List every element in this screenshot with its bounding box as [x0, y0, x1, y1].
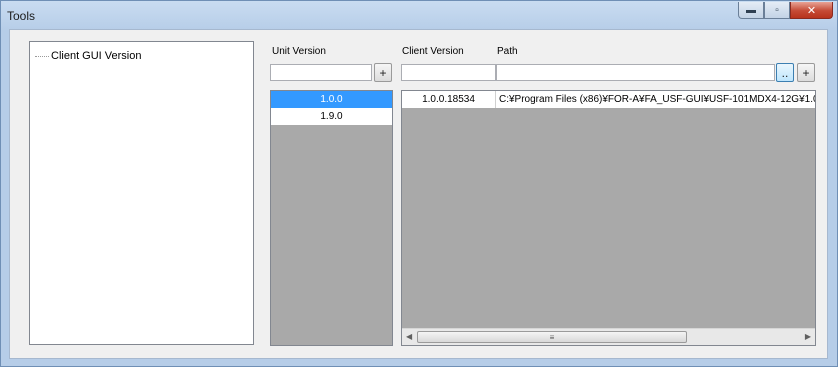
ellipsis-icon: .. [781, 65, 789, 80]
close-icon: ✕ [806, 4, 817, 17]
minimize-button[interactable]: ▬ [738, 2, 764, 19]
tree-connector [35, 55, 49, 57]
maximize-button[interactable]: ▫ [764, 2, 790, 19]
minimize-icon: ▬ [746, 4, 756, 16]
client-version-header: Client Version [402, 46, 464, 57]
scroll-right-icon[interactable]: ▶ [805, 332, 811, 341]
client-version-cell: 1.0.0.18534 [402, 91, 496, 108]
path-header: Path [497, 46, 518, 57]
add-unit-version-button[interactable]: + [374, 63, 392, 82]
tools-client-area: Client GUI Version Unit Version + 1.0.0 … [9, 29, 828, 359]
window-controls: ▬ ▫ ✕ [738, 2, 833, 20]
horizontal-scrollbar[interactable]: ◀ ≡ ▶ [402, 328, 815, 345]
unit-version-list[interactable]: 1.0.0 1.9.0 [270, 90, 393, 346]
unit-version-item[interactable]: 1.0.0 [271, 91, 392, 108]
close-button[interactable]: ✕ [790, 2, 833, 19]
add-client-version-button[interactable]: + [797, 63, 815, 82]
unit-version-header: Unit Version [272, 46, 326, 57]
plus-icon: + [379, 65, 387, 80]
client-version-grid[interactable]: 1.0.0.18534 C:¥Program Files (x86)¥FOR-A… [401, 90, 816, 346]
table-row[interactable]: 1.0.0.18534 C:¥Program Files (x86)¥FOR-A… [402, 91, 815, 108]
window-title: Tools [7, 9, 36, 23]
grip-icon: ≡ [549, 332, 555, 342]
browse-path-button[interactable]: .. [776, 63, 794, 82]
client-version-input[interactable] [401, 64, 496, 81]
tools-tree-view: Client GUI Version [29, 41, 254, 345]
path-cell: C:¥Program Files (x86)¥FOR-A¥FA_USF-GUI¥… [499, 94, 815, 105]
plus-icon: + [802, 65, 810, 80]
scroll-left-icon[interactable]: ◀ [406, 332, 412, 341]
unit-version-input[interactable] [270, 64, 372, 81]
tree-item-client-gui-version[interactable]: Client GUI Version [35, 50, 141, 62]
path-input[interactable] [496, 64, 775, 81]
title-bar[interactable]: Tools ▬ ▫ ✕ [1, 1, 837, 29]
scroll-thumb[interactable]: ≡ [417, 331, 687, 343]
maximize-icon: ▫ [775, 4, 779, 16]
tools-window: Tools ▬ ▫ ✕ Client GUI Version Unit Vers… [0, 0, 838, 367]
unit-version-item[interactable]: 1.9.0 [271, 108, 392, 125]
tree-item-label: Client GUI Version [51, 50, 142, 62]
